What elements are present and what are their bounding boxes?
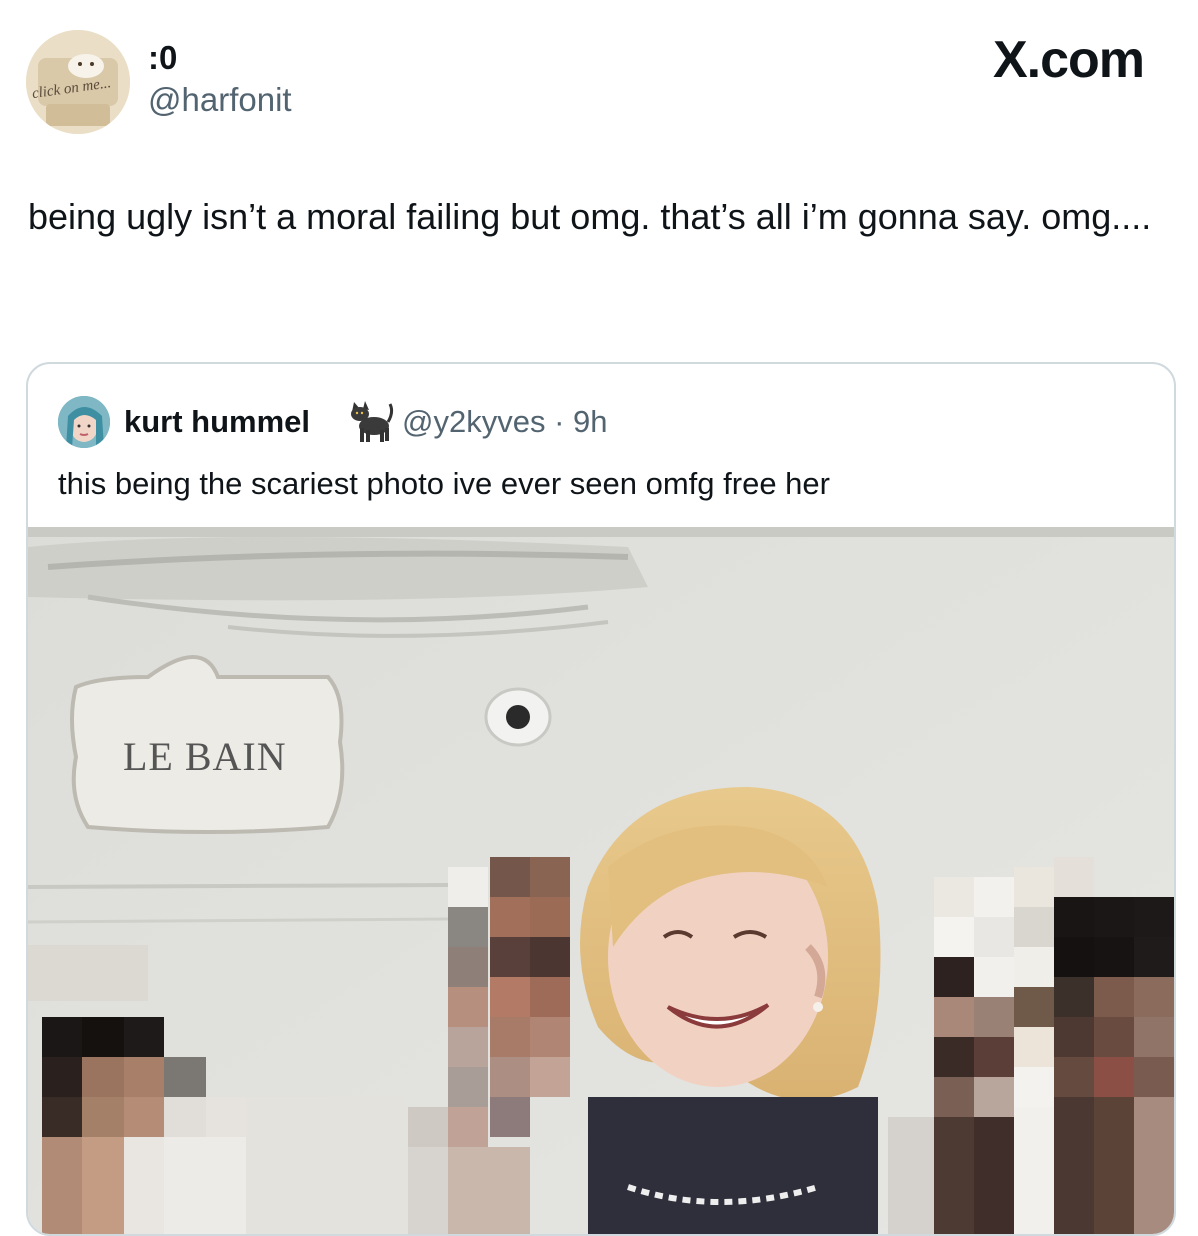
- cat-icon: [348, 400, 394, 444]
- author-avatar[interactable]: click on me...: [26, 30, 130, 134]
- quoted-handle-time[interactable]: @y2kyves · 9h: [402, 402, 607, 442]
- quoted-author-name[interactable]: kurt hummel: [124, 402, 310, 442]
- quoted-tweet-photo[interactable]: LE BAIN: [28, 527, 1174, 1234]
- photo-image: LE BAIN: [28, 527, 1174, 1234]
- quoted-avatar-image: [58, 396, 110, 448]
- author-display-name[interactable]: :0: [148, 38, 177, 78]
- quoted-tweet-card[interactable]: kurt hummel @y2kyves · 9h this being the…: [26, 362, 1176, 1236]
- tweet-text: being ugly isn’t a moral failing but omg…: [28, 196, 1152, 237]
- author-handle[interactable]: @harfonit: [148, 80, 292, 120]
- quoted-tweet-text: this being the scariest photo ive ever s…: [58, 466, 830, 501]
- brand-logo: X.com: [992, 31, 1145, 89]
- photo-sign-text: LE BAIN: [123, 734, 287, 779]
- quoted-author-avatar[interactable]: [58, 396, 110, 448]
- avatar-image: click on me...: [26, 30, 130, 134]
